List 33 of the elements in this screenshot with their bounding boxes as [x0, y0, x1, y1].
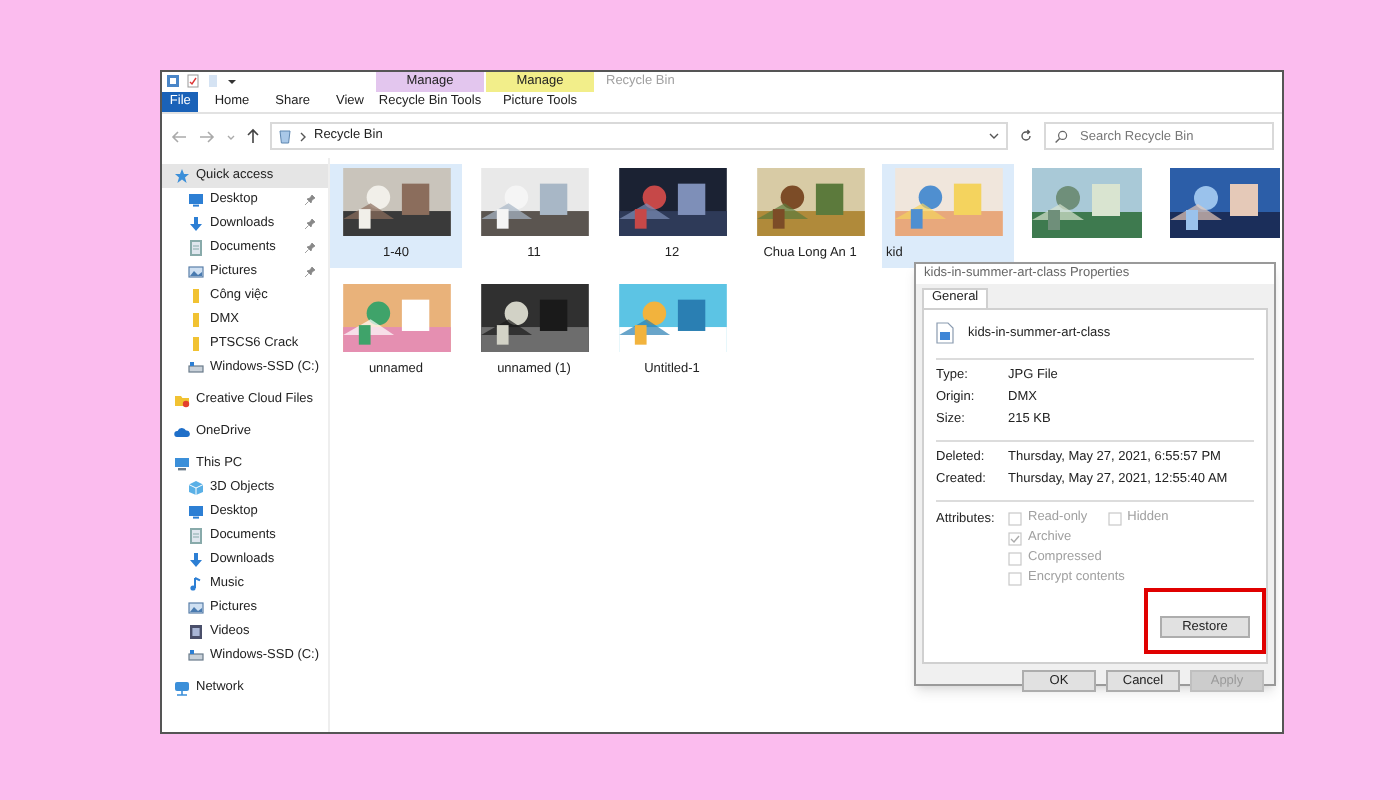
monitor-icon — [188, 192, 204, 208]
back-arrow-icon — [170, 129, 188, 143]
drive-icon — [188, 360, 204, 376]
empty-box-icon — [1107, 511, 1122, 526]
computer-icon — [174, 456, 190, 472]
caret-icon — [226, 74, 238, 89]
drive-icon — [188, 648, 204, 664]
recycle-bin-icon — [278, 128, 292, 144]
refresh-icon — [1018, 128, 1034, 144]
star-icon — [174, 168, 190, 184]
document-icon — [188, 528, 204, 544]
empty-box-icon — [1008, 511, 1022, 526]
document-icon — [188, 240, 204, 256]
cloud-icon — [174, 424, 190, 440]
chevron-icon — [298, 129, 308, 143]
forward-arrow-icon — [198, 129, 216, 143]
page-icon — [206, 74, 220, 89]
film-icon — [188, 624, 204, 640]
empty-box-icon — [1008, 551, 1022, 566]
music-note-icon — [188, 576, 204, 592]
checked-box-icon — [1008, 531, 1022, 546]
up-arrow-icon — [246, 128, 260, 144]
down-arrow-icon — [188, 216, 204, 232]
image-icon — [188, 600, 204, 616]
cube-icon — [188, 480, 204, 496]
image-icon — [188, 264, 204, 280]
empty-box-icon — [1008, 571, 1022, 586]
network-icon — [174, 680, 190, 696]
monitor-icon — [188, 504, 204, 520]
search-icon — [1054, 129, 1068, 143]
caret-icon — [988, 130, 1000, 142]
down-arrow-icon — [188, 552, 204, 568]
image-file-icon — [936, 322, 954, 345]
